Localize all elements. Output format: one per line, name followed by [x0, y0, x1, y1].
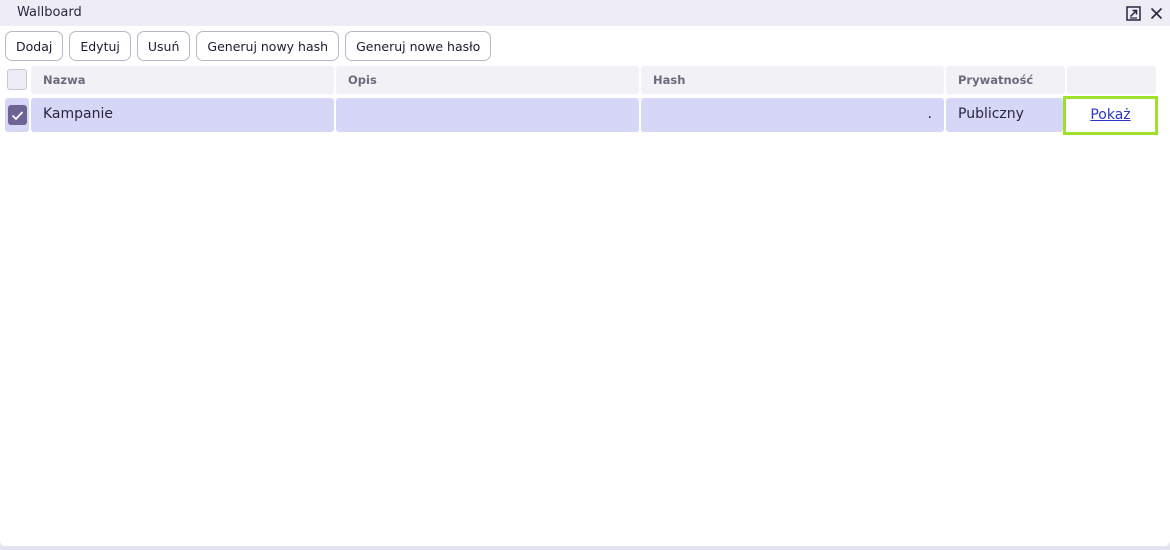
generate-hash-button[interactable]: Generuj nowy hash	[196, 31, 340, 61]
window-titlebar: Wallboard	[0, 0, 1170, 26]
generate-password-button[interactable]: Generuj nowe hasło	[345, 31, 492, 61]
table-cell-name[interactable]: Kampanie	[31, 98, 334, 132]
column-header-hash[interactable]: Hash	[641, 66, 944, 94]
delete-button[interactable]: Usuń	[136, 31, 191, 61]
table-cell-hash[interactable]: .	[641, 98, 944, 132]
column-header-name[interactable]: Nazwa	[31, 66, 334, 94]
edit-button[interactable]: Edytuj	[69, 31, 131, 61]
column-header-label: Opis	[348, 73, 377, 87]
column-header-label: Hash	[653, 73, 686, 87]
table-cell-description[interactable]	[336, 98, 639, 132]
table-cell-privacy[interactable]: Publiczny	[946, 98, 1063, 132]
window-bottom-edge	[0, 546, 1170, 550]
add-button[interactable]: Dodaj	[5, 31, 64, 61]
column-header-actions	[1067, 66, 1156, 94]
show-link[interactable]: Pokaż	[1066, 107, 1155, 123]
toolbar: Dodaj Edytuj Usuń Generuj nowy hash Gene…	[5, 31, 492, 61]
popout-icon[interactable]	[1124, 4, 1142, 22]
column-header-privacy[interactable]: Prywatność	[946, 66, 1065, 94]
row-checkbox[interactable]	[8, 105, 27, 125]
row-name-text: Kampanie	[43, 106, 113, 122]
column-header-label: Nazwa	[43, 73, 86, 87]
close-icon[interactable]	[1147, 4, 1165, 22]
window-title: Wallboard	[17, 5, 82, 20]
select-all-checkbox[interactable]	[7, 69, 27, 90]
row-hash-text: .	[927, 106, 932, 122]
wallboard-window: Wallboard Dodaj Edytuj Usuń Generuj nowy…	[0, 0, 1170, 546]
column-header-label: Prywatność	[958, 73, 1034, 87]
row-privacy-text: Publiczny	[958, 106, 1024, 122]
column-header-description[interactable]: Opis	[336, 66, 639, 94]
checkmark-icon	[11, 110, 24, 120]
table-cell-action: Pokaż	[1063, 96, 1158, 135]
